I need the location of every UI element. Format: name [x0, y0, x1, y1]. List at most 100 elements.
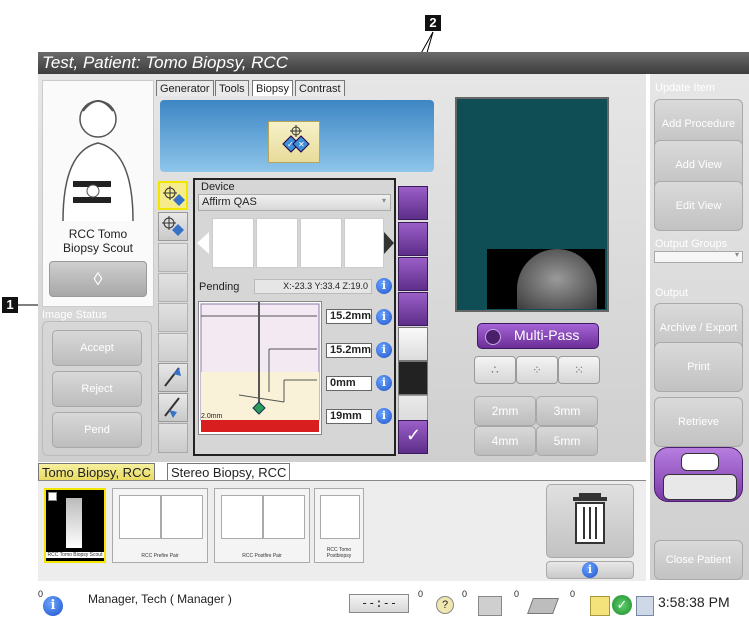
target-reject-icon[interactable]	[158, 212, 188, 241]
svg-text:✕: ✕	[298, 140, 305, 149]
needle-length-icon[interactable]	[398, 222, 428, 256]
note-icon[interactable]	[590, 596, 610, 616]
trash-icon	[573, 493, 607, 544]
target-accept-icon[interactable]	[158, 181, 188, 210]
breast-position-icon	[62, 100, 134, 222]
count-4: 0	[570, 589, 576, 599]
reject-button[interactable]: Reject	[52, 371, 142, 407]
offset-4mm-button[interactable]: 4mm	[474, 426, 536, 456]
thumbnail-prefire[interactable]: RCC Prefire Pair	[112, 488, 208, 563]
user-label: Manager, Tech ( Manager )	[88, 592, 232, 606]
offset-3mm-button[interactable]: 3mm	[536, 396, 598, 426]
pattern-4-button[interactable]: ⁘	[516, 356, 558, 384]
offset-2mm-button[interactable]: 2mm	[474, 396, 536, 426]
retrieve-button[interactable]: Retrieve	[654, 397, 743, 447]
count-2: 0	[462, 589, 468, 599]
output-queue-icon[interactable]	[527, 598, 559, 614]
print-button[interactable]: Print	[654, 342, 743, 392]
display-icon[interactable]	[398, 327, 428, 361]
thumbnail-caption: RCC Tomo Postbiopsy	[326, 547, 352, 559]
close-patient-button[interactable]: Close Patient	[654, 540, 743, 580]
targeting-coords-box: X:-23.3 Y:33.4 Z:19.0	[254, 279, 372, 294]
info-icon-1[interactable]: i	[376, 309, 392, 325]
target-edit-icon[interactable]	[158, 243, 188, 272]
value-box-2: 15.2mm	[326, 343, 372, 358]
arc-icon[interactable]	[398, 292, 428, 326]
info-icon-3[interactable]: i	[376, 375, 392, 391]
alerts-info-icon[interactable]: i	[43, 596, 63, 616]
next-arrow-icon[interactable]	[384, 232, 394, 254]
chevron-down-icon: ▾	[381, 196, 386, 205]
targeting-coords: X:-23.3 Y:33.4 Z:19.0	[283, 281, 368, 291]
pend-button[interactable]: Pend	[52, 412, 142, 448]
target-slot-4[interactable]	[344, 218, 384, 268]
thumbnail-postfire[interactable]: RCC Postfire Pair	[214, 488, 310, 563]
thumbnail-scout[interactable]: RCC Tomo Biopsy Scout	[44, 488, 106, 563]
breast-position-icon	[263, 495, 305, 539]
info-icon-4[interactable]: i	[376, 408, 392, 424]
update-item-label: Update Item	[655, 82, 715, 94]
previous-arrow-icon[interactable]	[197, 232, 209, 254]
device-select[interactable]: Affirm QAS ▾	[198, 194, 391, 211]
needle-up-icon[interactable]	[158, 363, 188, 392]
info-icon: i	[582, 562, 598, 578]
coords-info-icon[interactable]: i	[376, 278, 392, 294]
target-add-icon[interactable]	[158, 273, 188, 302]
view-panel: RCC Tomo Biopsy Scout ◊	[42, 80, 154, 307]
switch-view-button[interactable]	[654, 447, 743, 502]
breast-position-icon	[161, 495, 203, 539]
breast-position-icon	[119, 495, 161, 539]
chevron-down-icon: ▾	[734, 250, 739, 259]
system-icon[interactable]	[636, 596, 654, 616]
view-action-button[interactable]: ◊	[49, 261, 147, 297]
target-slot-3[interactable]	[300, 218, 342, 268]
confirm-icon[interactable]: ✓	[398, 420, 428, 454]
value-box-3: 0mm	[326, 376, 372, 391]
target-move-icon[interactable]	[158, 303, 188, 332]
edit-view-button[interactable]: Edit View	[654, 181, 743, 231]
count-3: 0	[514, 589, 520, 599]
network-icon[interactable]	[478, 596, 502, 616]
thumbnail-caption: RCC Prefire Pair	[141, 553, 179, 559]
tab-tools[interactable]: Tools	[215, 80, 249, 96]
image-status-label: Image Status	[42, 309, 107, 321]
pattern-3-button[interactable]: ∴	[474, 356, 516, 384]
targeting-status: Pending	[199, 281, 240, 293]
tab-generator[interactable]: Generator	[156, 80, 214, 96]
count-1: 0	[418, 589, 424, 599]
status-ok-icon[interactable]: ✓	[612, 595, 632, 615]
tab-contrast[interactable]: Contrast	[295, 80, 345, 96]
multipass-indicator-icon	[485, 329, 501, 345]
offset-5mm-button[interactable]: 5mm	[536, 426, 598, 456]
output-groups-label: Output Groups	[655, 238, 728, 250]
monitor-icon	[681, 453, 719, 471]
target-select-button[interactable]: ✓ ✕	[268, 121, 320, 163]
timer-display: --:--	[349, 594, 409, 613]
needle-down-icon[interactable]	[158, 393, 188, 422]
hand-icon[interactable]	[398, 257, 428, 291]
thumbnail-caption: RCC Tomo Biopsy Scout	[46, 552, 104, 558]
target-accept-reject-icon: ✓ ✕	[282, 125, 310, 153]
target-slot-1[interactable]	[212, 218, 254, 268]
target-slot-2[interactable]	[256, 218, 298, 268]
info-icon-2[interactable]: i	[376, 342, 392, 358]
view-label: RCC Tomo Biopsy Scout	[62, 227, 134, 255]
thumbnail-info-button[interactable]: i	[546, 561, 634, 579]
thumbnail-checkbox[interactable]	[48, 492, 57, 501]
scale-label: 2.0mm	[201, 413, 223, 420]
multipass-button[interactable]: Multi-Pass	[477, 323, 599, 349]
split-view-icon[interactable]	[398, 361, 428, 395]
timer-value: --:--	[360, 596, 398, 610]
thumbnail-postbiopsy[interactable]: RCC Tomo Postbiopsy	[314, 488, 364, 563]
output-label: Output	[655, 287, 689, 299]
tab-biopsy[interactable]: Biopsy	[252, 80, 294, 96]
trash-button[interactable]	[546, 484, 634, 558]
compression-icon[interactable]	[158, 423, 188, 453]
output-groups-select[interactable]: ▾	[654, 250, 743, 263]
accept-button[interactable]: Accept	[52, 330, 142, 366]
pattern-5-button[interactable]: ⁙	[558, 356, 600, 384]
rotate-icon[interactable]	[398, 186, 428, 220]
value-box-1: 15.2mm	[326, 309, 372, 324]
help-icon[interactable]: ?	[436, 596, 454, 614]
target-delete-icon[interactable]	[158, 333, 188, 362]
